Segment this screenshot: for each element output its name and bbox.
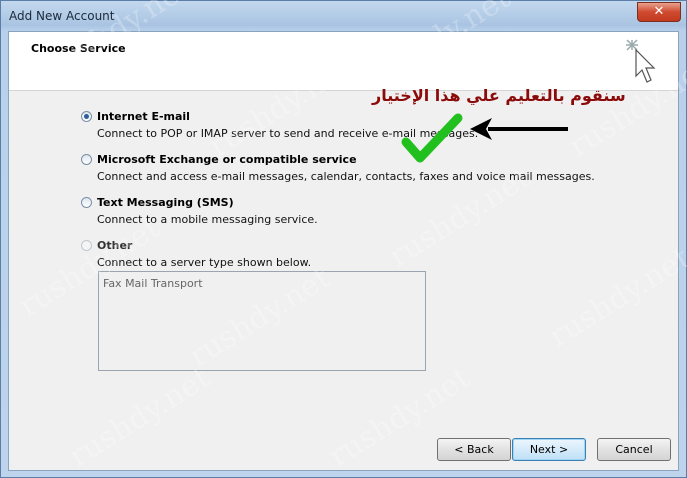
option-label: Other	[97, 239, 133, 252]
option-label: Microsoft Exchange or compatible service	[97, 153, 357, 166]
annotation-text: سنقوم بالتعليم علي هذا الإختيار	[372, 86, 626, 105]
option-description: Connect to a mobile messaging service.	[97, 213, 318, 226]
next-button[interactable]: Next >	[512, 438, 586, 461]
option-label: Text Messaging (SMS)	[97, 196, 234, 209]
radio-exchange[interactable]	[81, 154, 92, 165]
radio-internet-email[interactable]	[81, 111, 92, 122]
close-button[interactable]: ✕	[637, 2, 681, 22]
option-label: Internet E-mail	[97, 110, 190, 123]
arrow-left-icon	[470, 118, 568, 140]
other-service-list[interactable]: Fax Mail Transport	[98, 271, 426, 371]
option-description: Connect and access e-mail messages, cale…	[97, 170, 595, 183]
option-description: Connect to a server type shown below.	[97, 256, 312, 269]
title-bar[interactable]: Add New Account ✕	[1, 1, 687, 31]
back-button[interactable]: < Back	[437, 438, 511, 461]
radio-other[interactable]	[81, 240, 92, 251]
window-title: Add New Account	[9, 9, 115, 23]
wizard-header: Choose Service	[9, 32, 678, 91]
radio-sms[interactable]	[81, 197, 92, 208]
checkmark-icon	[401, 113, 463, 163]
cancel-button[interactable]: Cancel	[597, 438, 671, 461]
dialog-window: Add New Account ✕ Choose Service Interne…	[0, 0, 687, 478]
list-item[interactable]: Fax Mail Transport	[103, 277, 203, 290]
cursor-sparkle-icon	[626, 39, 656, 83]
close-icon: ✕	[653, 4, 665, 19]
page-title: Choose Service	[31, 42, 126, 55]
